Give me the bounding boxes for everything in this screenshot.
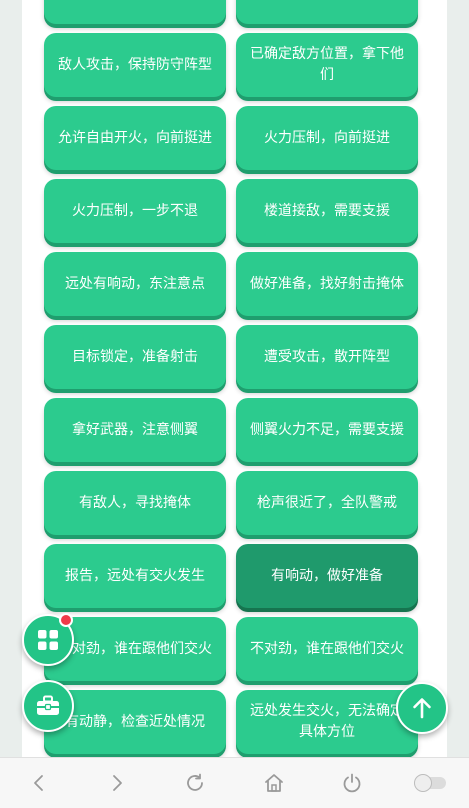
message-button[interactable]: 远处有响动，东注意点 [44,252,226,316]
message-button[interactable]: 有敌人，寻找掩体 [44,471,226,535]
arrow-up-icon [413,698,431,719]
message-button[interactable] [44,0,226,24]
message-button[interactable]: 侧翼火力不足，需要支援 [236,398,418,462]
message-button[interactable]: 敌人攻击，保持防守阵型 [44,33,226,97]
toolbox-icon [37,695,59,715]
back-button[interactable] [19,763,59,803]
notification-badge [59,613,73,627]
message-button[interactable]: 不对劲，谁在跟他们交火 [236,617,418,681]
message-button[interactable]: 做好准备，找好射击掩体 [236,252,418,316]
home-icon [264,774,283,792]
toggle-switch[interactable] [410,763,450,803]
toolbox-button[interactable] [22,680,74,732]
message-button[interactable]: 目标锁定，准备射击 [44,325,226,389]
message-button[interactable]: 拿好武器，注意侧翼 [44,398,226,462]
refresh-icon [187,773,204,791]
message-button[interactable]: 远处发生交火，无法确定具体方位 [236,690,418,754]
content-panel: 安全 敌人攻击，保持防守阵型 已确定敌方位置，拿下他们 允许自由开火，向前挺进 … [22,0,447,757]
back-icon [34,775,43,791]
power-button[interactable] [332,763,372,803]
message-button[interactable]: 报告，远处有交火发生 [44,544,226,608]
power-icon [343,773,361,793]
message-button[interactable]: 火力压制，一步不退 [44,179,226,243]
message-button[interactable]: 允许自由开火，向前挺进 [44,106,226,170]
scroll-top-button[interactable] [396,682,448,734]
grid-menu-button[interactable] [22,613,74,666]
grid-icon [38,630,58,650]
message-button-active[interactable]: 有响动，做好准备 [236,544,418,608]
message-button[interactable]: 遭受攻击，散开阵型 [236,325,418,389]
message-button[interactable]: 已确定敌方位置，拿下他们 [236,33,418,97]
message-button[interactable]: 楼道接敌，需要支援 [236,179,418,243]
toggle-icon [413,774,446,792]
forward-button[interactable] [97,763,137,803]
forward-icon [113,775,123,791]
browser-navbar [0,757,469,808]
home-button[interactable] [254,763,294,803]
message-button[interactable]: 枪声很近了，全队警戒 [236,471,418,535]
quick-message-grid: 安全 敌人攻击，保持防守阵型 已确定敌方位置，拿下他们 允许自由开火，向前挺进 … [44,0,418,754]
message-button[interactable]: 火力压制，向前挺进 [236,106,418,170]
refresh-button[interactable] [175,763,215,803]
message-button[interactable]: 安全 [236,0,418,24]
